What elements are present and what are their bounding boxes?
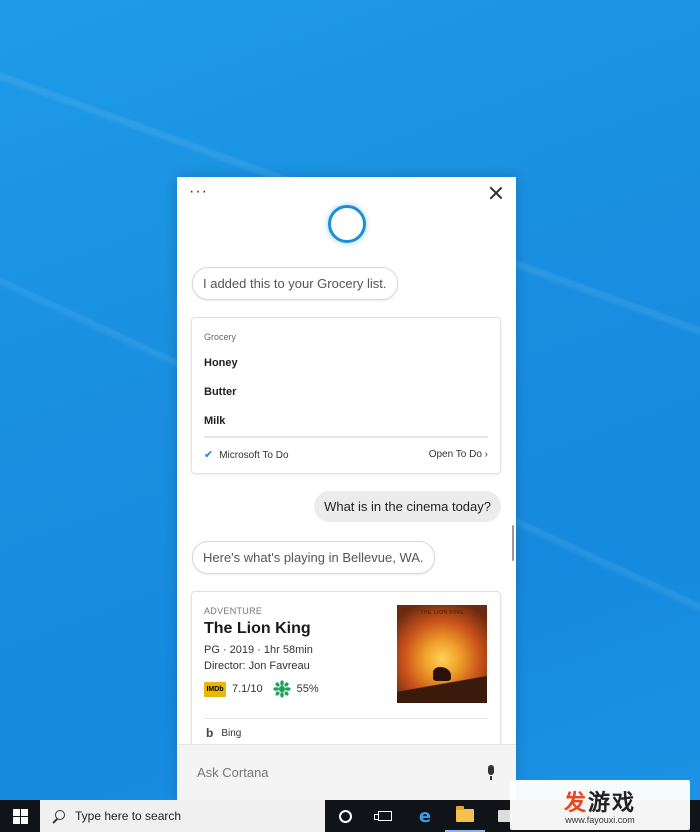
watermark-logo-part2: 游戏 [588,790,637,815]
task-view-icon [374,811,392,821]
cortana-response-bubble: Here's what's playing in Bellevue, WA. [192,541,435,574]
taskbar-search-box[interactable]: Type here to search [40,800,325,832]
checkmark-icon: ✔ [204,449,214,461]
todo-source-label: Microsoft To Do [219,450,289,461]
edge-browser-button[interactable]: e [405,800,445,832]
list-item: Milk [204,415,226,427]
grocery-card-footer: ✔ Microsoft To Do Open To Do › [204,436,488,461]
list-item: Butter [204,386,237,398]
poster-title: THE LION KING [420,610,464,616]
folder-icon [456,805,474,822]
microphone-icon[interactable] [486,764,496,781]
scrollbar-thumb[interactable] [512,525,514,561]
taskbar-search-placeholder: Type here to search [75,809,182,823]
imdb-icon: IMDb [204,681,226,697]
divider [204,718,488,719]
imdb-rating: 7.1/10 [232,683,263,695]
bing-source[interactable]: b Bing [206,726,241,740]
task-view-button[interactable] [365,800,405,832]
ask-cortana-bar [177,744,516,800]
user-query-bubble: What is in the cinema today? [314,491,501,522]
more-options-button[interactable]: ··· [189,183,208,201]
todo-source: ✔ Microsoft To Do [204,448,289,461]
cortana-ring-icon [328,205,366,243]
site-watermark: 发游戏 www.fayouxi.com [510,780,690,830]
list-item: Honey [204,357,238,369]
rt-score: 55% [296,683,319,695]
watermark-logo: 发游戏 [564,785,636,817]
close-icon[interactable] [488,185,504,201]
windows-logo-icon [12,808,28,824]
start-button[interactable] [0,800,40,832]
edge-icon: e [418,805,432,827]
bing-icon: b [206,726,214,740]
watermark-logo-part1: 发 [563,790,588,815]
rotten-tomatoes-splat-icon [272,680,291,698]
grocery-list-card[interactable]: Grocery Honey Butter Milk ✔ Microsoft To … [191,317,501,474]
cortana-reply-bubble: I added this to your Grocery list. [192,267,398,300]
watermark-url: www.fayouxi.com [565,815,635,825]
cortana-circle-icon [338,809,352,823]
ask-cortana-input[interactable] [197,765,486,780]
grocery-caption: Grocery [204,332,237,342]
poster-rock [397,673,487,703]
cortana-taskbar-button[interactable] [325,800,365,832]
open-todo-link[interactable]: Open To Do › [429,449,488,460]
search-icon [52,809,65,823]
movie-card[interactable]: ADVENTURE The Lion King PG · 2019 · 1hr … [191,591,501,751]
movie-poster[interactable]: THE LION KING [397,605,487,703]
file-explorer-button[interactable] [445,800,485,832]
cortana-panel: ··· I added this to your Grocery list. G… [177,177,516,800]
bing-label: Bing [221,727,242,739]
